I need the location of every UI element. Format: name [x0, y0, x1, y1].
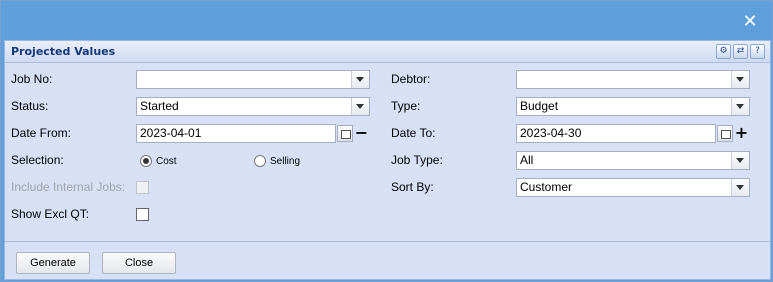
close-button[interactable]: Close: [102, 252, 176, 274]
status-select[interactable]: Started: [136, 97, 370, 116]
chevron-down-icon[interactable]: [731, 179, 749, 196]
divider: [5, 241, 770, 242]
sort-by-label: Sort By:: [391, 180, 434, 194]
type-select[interactable]: Budget: [516, 97, 750, 116]
sort-by-select[interactable]: Customer: [516, 178, 750, 197]
debtor-label: Debtor:: [391, 72, 431, 86]
chevron-down-icon[interactable]: [351, 71, 369, 88]
type-value: Budget: [520, 99, 559, 113]
date-to-label: Date To:: [391, 126, 436, 140]
show-excl-qt-label: Show Excl QT:: [11, 207, 90, 221]
date-from-minus-button[interactable]: −: [354, 124, 369, 142]
selling-radio[interactable]: [254, 155, 266, 167]
refresh-icon[interactable]: ⇄: [733, 44, 748, 59]
projected-values-dialog: ✕ Projected Values ⚙ ⇄ ? Job No: Debtor:…: [0, 0, 773, 282]
panel-title: Projected Values: [11, 45, 116, 58]
generate-button[interactable]: Generate: [16, 252, 90, 274]
chevron-down-icon[interactable]: [731, 152, 749, 169]
date-from-label: Date From:: [11, 126, 72, 140]
date-to-input[interactable]: 2023-04-30: [516, 124, 716, 143]
date-from-value: 2023-04-01: [140, 126, 202, 140]
job-type-value: All: [520, 153, 534, 167]
include-internal-jobs-checkbox[interactable]: [136, 181, 149, 194]
help-icon[interactable]: ?: [750, 44, 765, 59]
sort-by-value: Customer: [520, 180, 573, 194]
panel: Projected Values ⚙ ⇄ ? Job No: Debtor: S…: [4, 40, 771, 280]
type-label: Type:: [391, 99, 421, 113]
cost-radio-label: Cost: [156, 156, 177, 167]
job-type-label: Job Type:: [391, 153, 443, 167]
date-to-plus-button[interactable]: +: [734, 124, 749, 142]
close-icon[interactable]: ✕: [742, 13, 758, 31]
date-to-value: 2023-04-30: [520, 126, 582, 140]
job-type-select[interactable]: All: [516, 151, 750, 170]
job-no-label: Job No:: [11, 72, 53, 86]
selling-radio-label: Selling: [270, 156, 301, 167]
date-from-input[interactable]: 2023-04-01: [136, 124, 336, 143]
cost-radio[interactable]: [140, 155, 152, 167]
job-no-select[interactable]: [136, 70, 370, 89]
selection-label: Selection:: [11, 153, 64, 167]
debtor-select[interactable]: [516, 70, 750, 89]
calendar-icon[interactable]: [717, 125, 733, 142]
chevron-down-icon[interactable]: [731, 71, 749, 88]
status-value: Started: [140, 99, 179, 113]
chevron-down-icon[interactable]: [731, 98, 749, 115]
calendar-icon[interactable]: [337, 125, 353, 142]
chevron-down-icon[interactable]: [351, 98, 369, 115]
dialog-titlebar: ✕: [1, 1, 772, 39]
settings-icon[interactable]: ⚙: [716, 44, 731, 59]
status-label: Status:: [11, 99, 49, 113]
panel-header: Projected Values ⚙ ⇄ ?: [5, 41, 770, 63]
show-excl-qt-checkbox[interactable]: [136, 208, 149, 221]
include-internal-jobs-label: Include Internal Jobs:: [11, 180, 126, 194]
